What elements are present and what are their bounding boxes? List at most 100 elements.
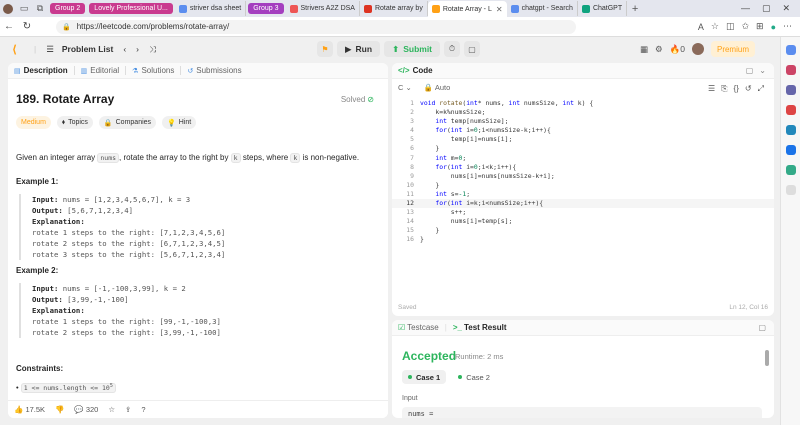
dislike-button[interactable]: 👎 (55, 405, 64, 414)
premium-button[interactable]: Premium (710, 41, 755, 57)
problem-list-icon[interactable]: ☰ (46, 44, 54, 55)
layout-icon[interactable]: ▦ (640, 44, 648, 55)
prev-problem-icon[interactable]: ‹ (123, 44, 126, 54)
code-line: 13 s++; (392, 208, 774, 217)
drop-icon[interactable] (786, 165, 796, 175)
split-screen-icon[interactable]: ◫ (726, 21, 735, 32)
tab-editorial[interactable]: ▥ Editorial (75, 66, 126, 75)
collections-icon[interactable]: ⊞ (756, 21, 764, 32)
outlook-icon[interactable] (786, 145, 796, 155)
close-tab-icon[interactable]: ✕ (496, 5, 503, 14)
debug-icon[interactable]: ⚑ (317, 41, 333, 57)
format-icon[interactable]: ☰ (708, 84, 715, 94)
code-text: for(int i=0;i<numsSize-k;i++){ (435, 126, 551, 135)
shopping-icon[interactable] (786, 65, 796, 75)
tab-actions-icon[interactable]: ⧉ (33, 3, 47, 15)
help-icon[interactable]: ? (141, 405, 145, 414)
office-icon[interactable] (786, 125, 796, 135)
browser-menu-icon[interactable]: ⋯ (783, 21, 792, 32)
favorites-icon[interactable]: ✩ (741, 21, 749, 32)
code-line: 3 int temp[numsSize]; (392, 117, 774, 126)
tab-test-result[interactable]: >_ Test Result (453, 323, 507, 332)
back-icon[interactable]: ← (0, 21, 18, 32)
browser-tab[interactable]: chatgpt - Search (507, 1, 578, 16)
editor-status: Saved Ln 12, Col 16 (398, 304, 768, 311)
next-problem-icon[interactable]: › (136, 44, 139, 54)
tab-solutions[interactable]: ⚗ Solutions (126, 66, 180, 75)
result-scrollbar[interactable] (765, 350, 769, 366)
browser-tab-active[interactable]: Rotate Array - L ✕ (427, 1, 507, 17)
problem-title: 189. Rotate Array (16, 92, 115, 106)
submit-button[interactable]: ⬆ Submit (384, 41, 441, 57)
tools-icon[interactable] (786, 85, 796, 95)
constraints-heading: Constraints: (16, 364, 64, 373)
like-button[interactable]: 👍 17.5K (14, 405, 45, 414)
tab-group-label[interactable]: Group 3 (248, 3, 284, 14)
extension-icon[interactable]: ● (771, 22, 776, 32)
line-number: 6 (410, 144, 414, 153)
code-text: } (420, 144, 440, 153)
code-editor-panel: </> Code ▢ ⌄ C ⌄ 🔒 Auto ☰ ⎘ {} ↺ ⤢ 1 void… (392, 63, 774, 316)
games-icon[interactable] (786, 105, 796, 115)
tab-group-label[interactable]: Group 2 (50, 3, 86, 14)
browser-tab[interactable]: striver dsa sheet (175, 1, 247, 16)
run-button[interactable]: ▶ Run (337, 41, 381, 57)
favicon-icon (178, 4, 187, 13)
braces-icon[interactable]: {} (734, 84, 739, 94)
settings-gear-icon[interactable]: ⚙ (655, 44, 663, 55)
code-text: void rotate(int* nums, int numsSize, int… (420, 99, 594, 107)
solved-status: Solved ⊘ (340, 95, 374, 104)
line-number: 8 (410, 162, 414, 171)
tab-submissions[interactable]: ↺ Submissions (181, 66, 247, 75)
add-sidebar-icon[interactable] (786, 185, 796, 195)
case-1-tab[interactable]: Case 1 (402, 370, 447, 384)
timer-icon[interactable]: ⏱ (444, 41, 461, 57)
language-select[interactable]: C ⌄ (398, 83, 412, 92)
companies-chip[interactable]: 🔒 Companies (98, 116, 157, 129)
reset-icon[interactable]: ↺ (745, 84, 752, 94)
profile-avatar-icon[interactable] (1, 3, 15, 15)
refresh-icon[interactable]: ↻ (18, 21, 36, 32)
code-text: } (420, 180, 440, 189)
problem-list-link[interactable]: Problem List (62, 44, 113, 54)
favorite-star-icon[interactable]: ☆ (711, 21, 719, 32)
auto-mode[interactable]: 🔒 Auto (424, 83, 450, 92)
code-editor[interactable]: 1 void rotate(int* nums, int numsSize, in… (392, 99, 774, 245)
description-body: 189. Rotate Array Solved ⊘ Medium ⬧ Topics… (8, 80, 380, 400)
test-result-panel: ☑ Testcase | >_ Test Result ▢ Accepted Run… (392, 320, 774, 418)
new-tab-button[interactable]: + (628, 3, 642, 15)
case-2-tab[interactable]: Case 2 (452, 370, 496, 384)
close-window-icon[interactable]: ✕ (782, 3, 790, 14)
browser-tab[interactable]: Rotate array by (360, 1, 428, 16)
browser-tab[interactable]: ChatGPT (578, 1, 628, 16)
tab-group-label[interactable]: Lovely Professional U... (89, 3, 173, 14)
result-maximize-icon[interactable]: ▢ (758, 323, 774, 332)
bookmark-icon[interactable]: ⎘ (721, 84, 727, 94)
shuffle-icon[interactable]: ⤨ (149, 44, 156, 55)
panel-menu-icon[interactable]: ⌄ (759, 66, 766, 75)
url-field[interactable]: 🔒 https://leetcode.com/problems/rotate-a… (56, 19, 576, 34)
comments-button[interactable]: 💬 320 (74, 405, 98, 414)
topics-chip[interactable]: ⬧ Topics (56, 116, 93, 129)
favorite-icon[interactable]: ☆ (108, 405, 115, 414)
user-avatar[interactable] (691, 43, 704, 55)
code-line: 14 nums[i]=temp[s]; (392, 217, 774, 226)
panel-maximize-icon[interactable]: ▢ (746, 66, 754, 75)
search-icon[interactable] (786, 45, 796, 55)
browser-tab[interactable]: Strivers A2Z DSA (286, 1, 360, 16)
code-text: temp[i]=nums[i]; (420, 135, 513, 144)
fullscreen-icon[interactable]: ⤢ (758, 84, 764, 94)
hint-chip[interactable]: 💡 Hint (162, 116, 197, 129)
maximize-icon[interactable]: ▢ (762, 3, 771, 14)
terminal-icon: >_ (452, 323, 462, 332)
leetcode-logo-icon[interactable]: ⟨ (12, 43, 24, 56)
minimize-icon[interactable]: — (741, 3, 750, 14)
share-icon[interactable]: ⇪ (125, 405, 131, 414)
notes-icon[interactable]: ▢ (464, 41, 481, 57)
streak-counter[interactable]: 🔥0 (670, 44, 685, 55)
code-line: 7 int m=0; (392, 154, 774, 163)
tab-testcase[interactable]: ☑ Testcase (398, 323, 439, 332)
workspaces-icon[interactable]: ▭ (17, 3, 31, 15)
read-aloud-icon[interactable]: A (698, 22, 704, 32)
tab-description[interactable]: ▤ Description (8, 66, 74, 75)
